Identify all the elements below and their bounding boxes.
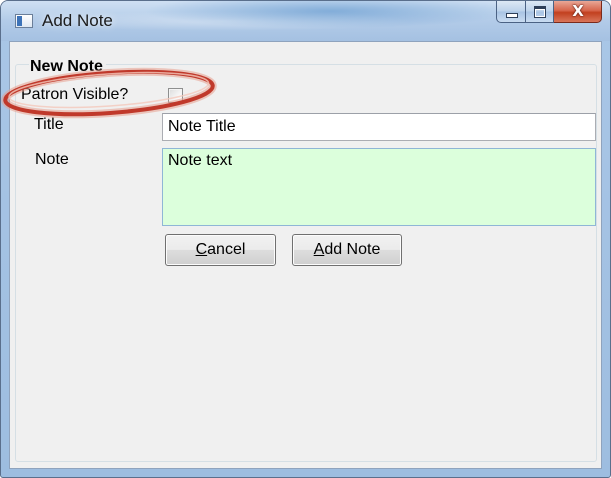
window-title: Add Note <box>42 11 113 30</box>
minimize-button[interactable] <box>496 1 526 23</box>
cancel-button[interactable]: Cancel <box>165 234 276 266</box>
title-label: Title <box>34 116 64 133</box>
minimize-icon <box>507 14 517 17</box>
note-textarea[interactable]: Note text <box>162 148 596 226</box>
close-icon: X <box>572 2 584 20</box>
maximize-button[interactable] <box>526 1 554 23</box>
window-app-icon <box>15 14 33 28</box>
patron-visible-checkbox[interactable] <box>168 88 183 103</box>
caption-buttons: X <box>496 1 602 23</box>
title-input[interactable] <box>162 113 596 141</box>
cancel-label: ancel <box>207 241 246 258</box>
cancel-mnemonic: C <box>195 241 208 258</box>
maximize-icon <box>534 6 546 18</box>
add-note-window: Add Note X New Note Patron Visible? Titl… <box>0 0 611 478</box>
patron-visible-label: Patron Visible? <box>21 86 129 103</box>
client-area: New Note Patron Visible? Title Note Note… <box>9 41 602 469</box>
add-note-mnemonic: A <box>313 241 325 258</box>
note-label: Note <box>35 151 69 168</box>
close-button[interactable]: X <box>554 1 602 23</box>
add-note-label: dd Note <box>324 241 381 258</box>
add-note-button[interactable]: Add Note <box>292 234 402 266</box>
title-bar[interactable]: Add Note X <box>1 1 610 41</box>
group-header: New Note <box>29 58 106 76</box>
